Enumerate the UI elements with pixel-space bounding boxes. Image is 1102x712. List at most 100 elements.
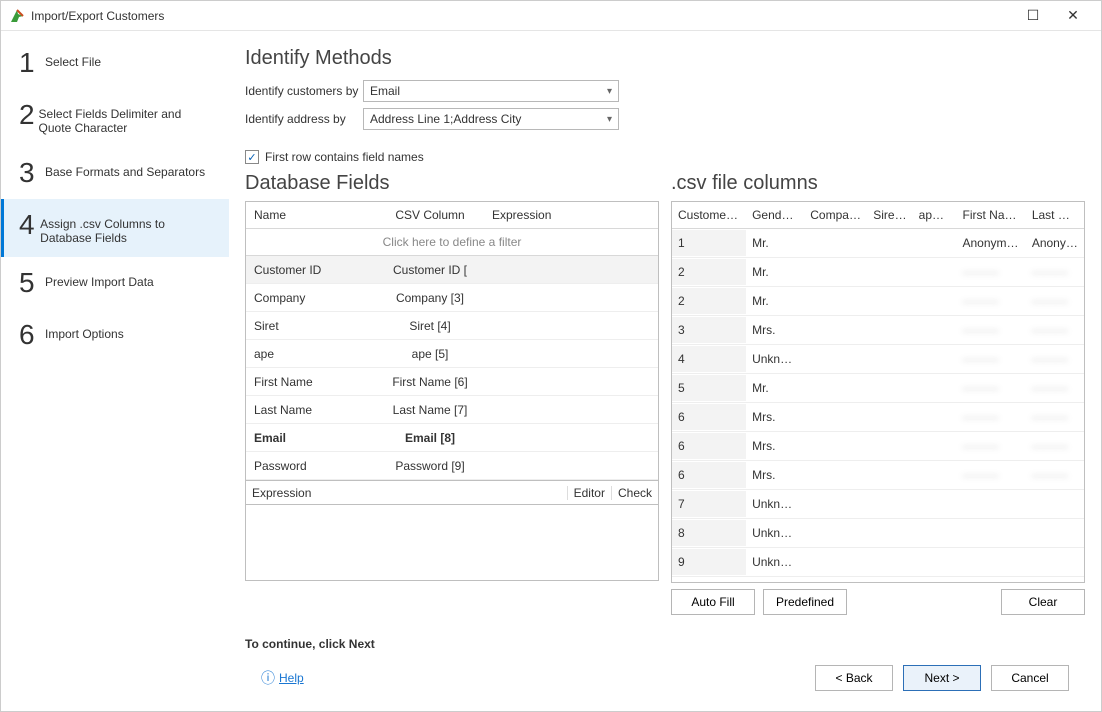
csv-cell-gender: Unknown xyxy=(746,491,804,517)
csv-cell-company xyxy=(804,440,867,452)
csv-cell-siret xyxy=(867,266,912,278)
db-row[interactable]: CompanyCompany [3] xyxy=(246,284,658,312)
identify-customers-select[interactable]: Email ▾ xyxy=(363,80,619,102)
db-row[interactable]: SiretSiret [4] xyxy=(246,312,658,340)
csv-cell-id: 6 xyxy=(672,404,746,430)
close-button[interactable]: ✕ xyxy=(1053,2,1093,30)
identify-address-row: Identify address by Address Line 1;Addre… xyxy=(245,108,1085,130)
help-link[interactable]: Help xyxy=(279,671,304,685)
csv-row[interactable]: 8Unknown xyxy=(672,519,1084,548)
csv-row[interactable]: 2Mr.—————— xyxy=(672,258,1084,287)
db-cell-csv: First Name [6] xyxy=(376,375,484,389)
csv-col-last[interactable]: Last Name [ xyxy=(1026,202,1084,228)
csv-col-ape[interactable]: ape [5] xyxy=(913,202,957,228)
database-fields-title: Database Fields xyxy=(245,172,659,195)
csv-cell-company xyxy=(804,266,867,278)
import-export-window: Import/Export Customers ☐ ✕ 1Select File… xyxy=(0,0,1102,712)
first-row-checkbox[interactable]: ✓ xyxy=(245,150,259,164)
csv-cell-company xyxy=(804,469,867,481)
wizard-step-1[interactable]: 1Select File xyxy=(1,37,229,89)
content-area: 1Select File2Select Fields Delimiter and… xyxy=(1,31,1101,711)
csv-cell-company xyxy=(804,411,867,423)
db-col-name[interactable]: Name xyxy=(246,202,376,228)
csv-row[interactable]: 6Mrs.—————— xyxy=(672,432,1084,461)
csv-cell-id: 2 xyxy=(672,288,746,314)
wizard-step-3[interactable]: 3Base Formats and Separators xyxy=(1,147,229,199)
csv-row[interactable]: 6Mrs.—————— xyxy=(672,461,1084,490)
chevron-down-icon: ▾ xyxy=(607,114,612,125)
editor-link[interactable]: Editor xyxy=(567,486,611,500)
csv-cell-ape xyxy=(913,382,957,394)
csv-cell-company xyxy=(804,237,867,249)
csv-col-siret[interactable]: Siret [4] xyxy=(867,202,912,228)
wizard-step-4[interactable]: 4Assign .csv Columns to Database Fields xyxy=(1,199,229,257)
next-button[interactable]: Next > xyxy=(903,665,981,691)
csv-row[interactable]: 7Unknown xyxy=(672,490,1084,519)
help-icon[interactable]: ⓘ xyxy=(261,668,275,688)
wizard-step-6[interactable]: 6Import Options xyxy=(1,309,229,361)
csv-col-company[interactable]: Company [3] xyxy=(804,202,867,228)
first-row-label: First row contains field names xyxy=(265,150,424,164)
csv-cell-siret xyxy=(867,440,912,452)
csv-cell-gender: Unknown xyxy=(746,346,804,372)
csv-cell-first: ——— xyxy=(957,317,1026,343)
csv-columns-title: .csv file columns xyxy=(671,172,1085,195)
db-row[interactable]: apeape [5] xyxy=(246,340,658,368)
csv-cell-ape xyxy=(913,411,957,423)
db-cell-name: First Name xyxy=(246,375,376,389)
clear-button[interactable]: Clear xyxy=(1001,589,1085,615)
check-link[interactable]: Check xyxy=(611,486,658,500)
csv-row[interactable]: 3Mrs.—————— xyxy=(672,316,1084,345)
csv-grid: Customer ID [1] Gender [2] Company [3] S… xyxy=(671,201,1085,583)
wizard-step-2[interactable]: 2Select Fields Delimiter and Quote Chara… xyxy=(1,89,229,147)
csv-row[interactable]: 2Mr.—————— xyxy=(672,287,1084,316)
db-row[interactable]: PasswordPassword [9] xyxy=(246,452,658,480)
db-filter-hint[interactable]: Click here to define a filter xyxy=(246,229,658,256)
csv-cell-last: ——— xyxy=(1026,288,1084,314)
csv-col-id[interactable]: Customer ID [1] xyxy=(672,202,746,228)
csv-row[interactable]: 6Mrs.—————— xyxy=(672,403,1084,432)
auto-fill-button[interactable]: Auto Fill xyxy=(671,589,755,615)
csv-cell-ape xyxy=(913,266,957,278)
csv-col-gender[interactable]: Gender [2] xyxy=(746,202,804,228)
db-col-expr[interactable]: Expression xyxy=(484,202,658,228)
csv-cell-gender: Mrs. xyxy=(746,433,804,459)
db-cell-csv: ape [5] xyxy=(376,347,484,361)
csv-cell-last xyxy=(1026,498,1084,510)
maximize-button[interactable]: ☐ xyxy=(1013,2,1053,30)
cancel-button[interactable]: Cancel xyxy=(991,665,1069,691)
csv-cell-siret xyxy=(867,527,912,539)
db-cell-name: Siret xyxy=(246,319,376,333)
expression-textarea[interactable] xyxy=(245,505,659,581)
csv-cell-siret xyxy=(867,556,912,568)
db-col-csv[interactable]: CSV Column xyxy=(376,202,484,228)
db-cell-csv: Customer ID [ xyxy=(376,263,484,277)
csv-row[interactable]: 5Mr.—————— xyxy=(672,374,1084,403)
csv-row[interactable]: 4Unknown—————— xyxy=(672,345,1084,374)
csv-cell-company xyxy=(804,498,867,510)
db-cell-name: ape xyxy=(246,347,376,361)
csv-cell-first: ——— xyxy=(957,462,1026,488)
identify-address-select[interactable]: Address Line 1;Address City ▾ xyxy=(363,108,619,130)
db-cell-csv: Company [3] xyxy=(376,291,484,305)
db-row[interactable]: First NameFirst Name [6] xyxy=(246,368,658,396)
csv-row[interactable]: 1Mr.AnonymousAnonymous xyxy=(672,229,1084,258)
csv-col-first[interactable]: First Name [6] xyxy=(957,202,1026,228)
identify-address-value: Address Line 1;Address City xyxy=(370,112,521,126)
db-row[interactable]: EmailEmail [8] xyxy=(246,424,658,452)
csv-cell-siret xyxy=(867,498,912,510)
back-button[interactable]: < Back xyxy=(815,665,893,691)
main-panel: Identify Methods Identify customers by E… xyxy=(229,31,1101,711)
panels: Database Fields Name CSV Column Expressi… xyxy=(245,172,1085,615)
csv-row[interactable]: 9Unknown xyxy=(672,548,1084,577)
step-number: 5 xyxy=(19,269,45,297)
expression-row: Expression Editor Check xyxy=(245,481,659,505)
db-row[interactable]: Last NameLast Name [7] xyxy=(246,396,658,424)
db-cell-csv: Siret [4] xyxy=(376,319,484,333)
wizard-step-5[interactable]: 5Preview Import Data xyxy=(1,257,229,309)
db-row[interactable]: Customer IDCustomer ID [ xyxy=(246,256,658,284)
step-label: Assign .csv Columns to Database Fields xyxy=(40,211,215,245)
predefined-button[interactable]: Predefined xyxy=(763,589,847,615)
db-cell-name: Company xyxy=(246,291,376,305)
db-cell-csv: Email [8] xyxy=(376,431,484,445)
